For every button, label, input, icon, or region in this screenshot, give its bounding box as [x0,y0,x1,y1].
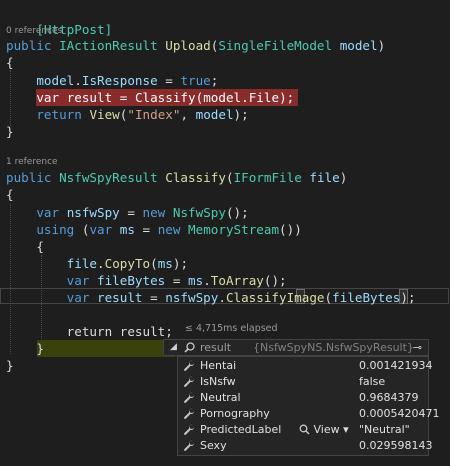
wrench-icon [183,392,195,404]
dropdown-arrow-icon[interactable]: ▾ [343,423,349,436]
code-line-return-view: return View("Index", model); [36,107,249,122]
code-line-classify-signature: public NsfwSpyResult Classify(IFormFile … [6,170,348,185]
code-line-toarray: var fileBytes = ms.ToArray(); [66,273,287,288]
wrench-icon [183,424,195,436]
code-line-upload-signature: public IActionResult Upload(SingleFileMo… [6,38,386,53]
method-name-classify: Classify [165,170,226,185]
code-line-new-nsfwspy: var nsfwSpy = new NsfwSpy(); [36,205,249,220]
wrench-icon [183,408,195,420]
wrench-icon [183,376,195,388]
current-statement-highlight [37,340,175,357]
view-visualizer-button[interactable]: View ▾ [299,422,349,438]
datatip-row[interactable]: Pornography 0.0005420471 [178,406,439,422]
code-line-brace: } [6,124,14,139]
code-line-brace: } [36,341,44,356]
code-line-copyto: file.CopyTo(ms); [66,256,189,271]
code-line-brace: { [36,239,44,254]
wrench-icon [183,360,195,372]
code-line-return-result: return result; [66,324,173,339]
code-line-set-isresponse: model.IsResponse = true; [36,73,219,88]
code-line-brace: { [6,55,14,70]
code-line-classify-call: var result = Classify(model.File); [36,90,295,105]
code-line-attribute: [HttpPost] [6,4,112,37]
datatip-row[interactable]: PredictedLabel View ▾ "Neutral" [178,422,428,438]
magnifier-icon [184,342,195,353]
codelens-upload-references[interactable]: 0 references [6,25,62,37]
datatip-row[interactable]: Neutral 0.9684379 [178,390,428,406]
wrench-icon [183,440,195,452]
collapse-triangle-icon[interactable]: ◢ [170,340,177,355]
code-line-brace: } [6,358,14,373]
datatip-variable-type: {NsfwSpyNS.NsfwSpyResult} [253,341,414,354]
search-icon [299,424,310,435]
datatip-row[interactable]: Sexy 0.029598143 [178,438,432,454]
code-line-classifyimage: var result = nsfwSpy.ClassifyImage(fileB… [66,290,416,305]
datatip-variable-name: result [200,341,232,354]
codelens-classify-references[interactable]: 1 reference [6,156,58,168]
code-editor[interactable]: [HttpPost] 0 references public IActionRe… [0,0,450,466]
datatip-properties: Hentai 0.001421934 IsNsfw false Neutral … [177,356,439,456]
datatip-row[interactable]: IsNsfw false [178,374,428,390]
datatip-header[interactable]: ◢ result {NsfwSpyNS.NsfwSpyResult} ⊸ [163,339,429,356]
code-line-using-memorystream: using (var ms = new MemoryStream()) [36,222,302,237]
code-line-brace: { [6,187,14,202]
pin-icon[interactable]: ⊸ [413,340,422,355]
method-name-upload: Upload [165,38,211,53]
perf-tip-elapsed[interactable]: ≤ 4,715ms elapsed [185,323,278,334]
datatip-row[interactable]: Hentai 0.001421934 [178,358,432,374]
